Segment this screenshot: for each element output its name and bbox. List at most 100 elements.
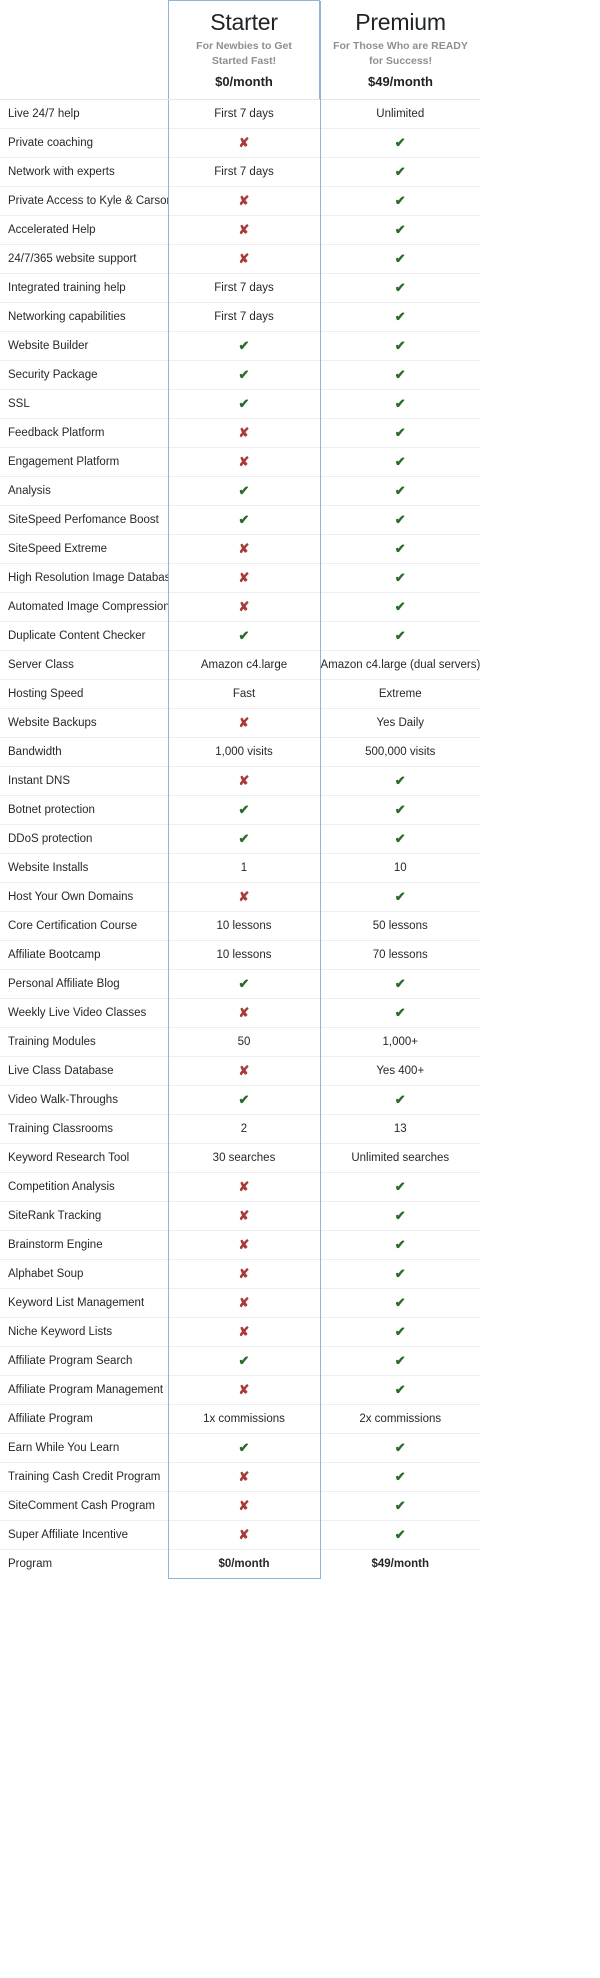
cell-premium: ✔ (319, 446, 480, 477)
feature-label: Affiliate Bootcamp (0, 939, 168, 970)
cell-premium: Yes 400+ (319, 1055, 480, 1086)
cell-starter: ✘ (167, 1200, 321, 1231)
cell-premium: ✔ (319, 1432, 480, 1463)
spacer-column-header (480, 0, 600, 100)
cell-premium: ✔ (319, 127, 480, 158)
table-row: Engagement Platform ✘ ✔ (0, 446, 600, 477)
table-row: Training Modules 50 1,000+ (0, 1026, 600, 1057)
cell-value: $49/month (371, 1558, 429, 1571)
cell-starter: ✘ (167, 1519, 321, 1550)
spacer-cell (480, 243, 600, 274)
feature-label: Security Package (0, 359, 168, 390)
spacer-cell (480, 823, 600, 854)
cell-starter: ✘ (167, 881, 321, 912)
feature-label: Training Modules (0, 1026, 168, 1057)
table-row: Affiliate Program Search ✔ ✔ (0, 1345, 600, 1376)
cell-premium: ✔ (319, 1461, 480, 1492)
cell-premium: ✔ (319, 533, 480, 564)
feature-label: SiteRank Tracking (0, 1200, 168, 1231)
cell-premium: 50 lessons (319, 910, 480, 941)
table-row: Instant DNS ✘ ✔ (0, 765, 600, 796)
cell-starter: ✘ (167, 1287, 321, 1318)
check-icon: ✔ (394, 1236, 406, 1252)
table-row: Feedback Platform ✘ ✔ (0, 417, 600, 448)
cell-premium: ✔ (319, 1287, 480, 1318)
table-row: Keyword List Management ✘ ✔ (0, 1287, 600, 1318)
plan-column-header-starter[interactable]: Starter For Newbies to Get Started Fast!… (168, 0, 320, 100)
feature-label: DDoS protection (0, 823, 168, 854)
cross-icon: ✘ (238, 1236, 250, 1252)
plan-column-header-premium[interactable]: Premium For Those Who are READY for Succ… (320, 0, 480, 100)
cell-value: 10 (393, 861, 407, 874)
cell-starter: ✔ (167, 388, 321, 419)
table-row: Website Builder ✔ ✔ (0, 330, 600, 361)
cell-value: 13 (393, 1122, 407, 1135)
cell-starter: ✘ (167, 446, 321, 477)
cross-icon: ✘ (238, 1062, 250, 1078)
cell-premium: ✔ (319, 1084, 480, 1115)
table-row: Alphabet Soup ✘ ✔ (0, 1258, 600, 1289)
check-icon: ✔ (238, 1091, 250, 1107)
cell-premium: $49/month (319, 1548, 480, 1579)
check-icon: ✔ (394, 1439, 406, 1455)
feature-label: High Resolution Image Database (0, 562, 168, 593)
cell-starter: First 7 days (167, 301, 321, 332)
table-row: Competition Analysis ✘ ✔ (0, 1171, 600, 1202)
cell-starter: 2 (167, 1113, 321, 1144)
cross-icon: ✘ (238, 1497, 250, 1513)
table-row: Integrated training help First 7 days ✔ (0, 272, 600, 303)
check-icon: ✔ (394, 482, 406, 498)
feature-label: Botnet protection (0, 794, 168, 825)
check-icon: ✔ (394, 308, 406, 324)
spacer-cell (480, 794, 600, 825)
cell-premium: ✔ (319, 504, 480, 535)
feature-label: Niche Keyword Lists (0, 1316, 168, 1347)
check-icon: ✔ (394, 337, 406, 353)
cross-icon: ✘ (238, 540, 250, 556)
check-icon: ✔ (394, 1497, 406, 1513)
cell-starter: ✘ (167, 1461, 321, 1492)
cell-value: First 7 days (214, 281, 274, 294)
cell-premium: 500,000 visits (319, 736, 480, 767)
table-row: Video Walk-Throughs ✔ ✔ (0, 1084, 600, 1115)
check-icon: ✔ (394, 1207, 406, 1223)
cross-icon: ✘ (238, 1265, 250, 1281)
spacer-cell (480, 185, 600, 216)
cell-premium: Yes Daily (319, 707, 480, 738)
cross-icon: ✘ (238, 1323, 250, 1339)
cell-starter: ✘ (167, 707, 321, 738)
spacer-cell (480, 852, 600, 883)
plan-comparison-table: Starter For Newbies to Get Started Fast!… (0, 0, 600, 1579)
feature-label: Hosting Speed (0, 678, 168, 709)
feature-label: Affiliate Program Management (0, 1374, 168, 1405)
cell-starter: ✘ (167, 1171, 321, 1202)
cross-icon: ✘ (238, 1381, 250, 1397)
table-header: Starter For Newbies to Get Started Fast!… (0, 0, 600, 100)
feature-label: Accelerated Help (0, 214, 168, 245)
plan-tagline-starter: For Newbies to Get Started Fast! (196, 40, 292, 67)
cell-premium: 10 (319, 852, 480, 883)
spacer-cell (480, 359, 600, 390)
spacer-cell (480, 156, 600, 187)
check-icon: ✔ (394, 1352, 406, 1368)
cell-starter: 30 searches (167, 1142, 321, 1173)
feature-label: Website Installs (0, 852, 168, 883)
feature-label: Earn While You Learn (0, 1432, 168, 1463)
feature-label: Website Builder (0, 330, 168, 361)
cell-premium: ✔ (319, 1258, 480, 1289)
plan-comparison-page: Starter For Newbies to Get Started Fast!… (0, 0, 600, 1978)
feature-label: Engagement Platform (0, 446, 168, 477)
spacer-cell (480, 707, 600, 738)
cell-starter: ✘ (167, 997, 321, 1028)
table-row: SiteSpeed Extreme ✘ ✔ (0, 533, 600, 564)
check-icon: ✔ (394, 163, 406, 179)
cross-icon: ✘ (238, 569, 250, 585)
table-row: Training Cash Credit Program ✘ ✔ (0, 1461, 600, 1492)
cell-starter: ✘ (167, 1229, 321, 1260)
spacer-cell (480, 1519, 600, 1550)
cross-icon: ✘ (238, 221, 250, 237)
cell-value: 2x commissions (359, 1412, 442, 1425)
cell-starter: 50 (167, 1026, 321, 1057)
cell-starter: ✘ (167, 591, 321, 622)
feature-label: Network with experts (0, 156, 168, 187)
